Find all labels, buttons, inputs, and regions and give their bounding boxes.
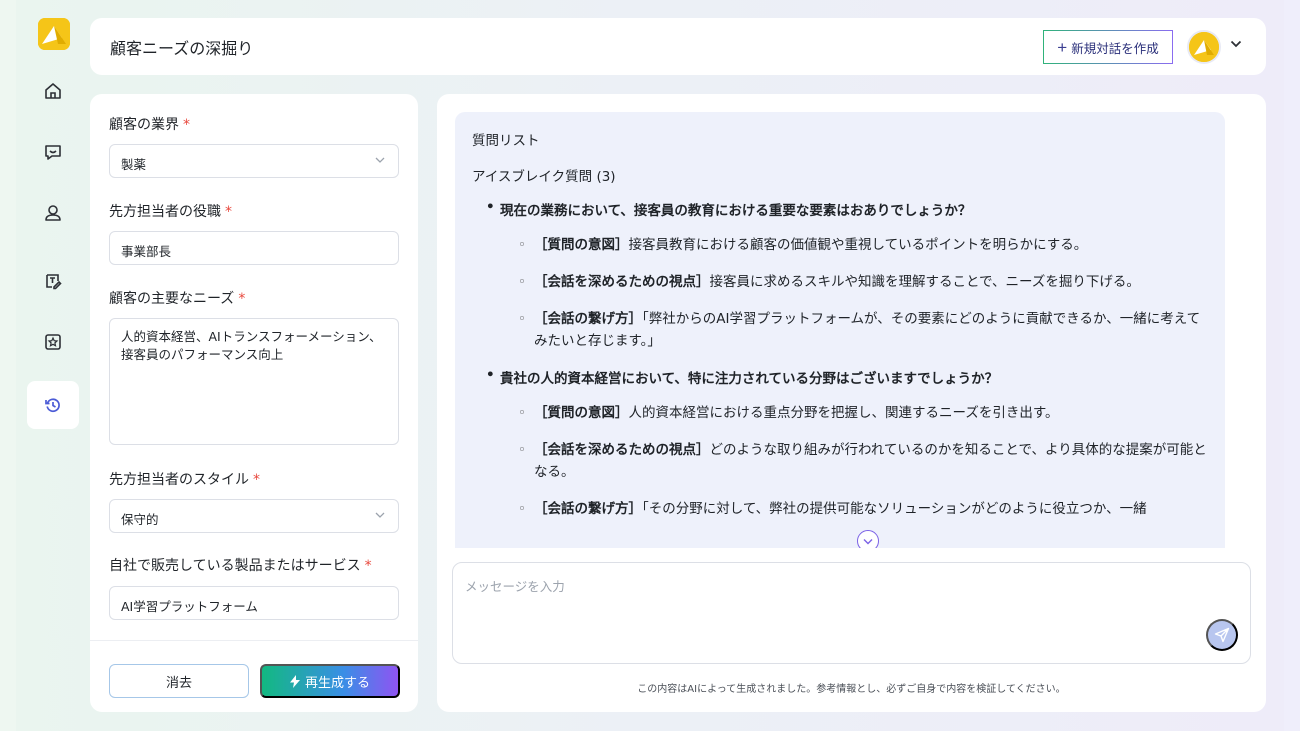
answer-heading: 質問リスト <box>472 133 540 149</box>
avatar[interactable] <box>1187 30 1221 64</box>
message-placeholder: メッセージを入力 <box>465 579 565 594</box>
question-detail: ［質問の意図］人的資本経営における重点分野を把握し、関連するニーズを引き出す。 <box>518 402 1208 424</box>
question-item: 貴社の人的資本経営において、特に注力されている分野はございますでしょうか？ <box>486 367 1208 387</box>
scroll-down-button[interactable] <box>857 530 879 548</box>
chat-panel: 質問リスト アイスブレイク質問 (3) 現在の業務において、接客員の教育における… <box>437 94 1266 712</box>
new-chat-button[interactable]: + 新規対話を作成 <box>1043 30 1173 64</box>
question-detail: ［会話を深めるための視点］どのような取り組みが行われているのかを知ることで、より… <box>518 439 1208 483</box>
question-detail: ［会話の繋げ方］「その分野に対して、弊社の提供可能なソリューションがどのように役… <box>518 498 1208 520</box>
history-icon <box>45 398 60 413</box>
form-divider <box>90 640 418 641</box>
question-detail: ［質問の意図］接客員教育における顧客の価値観や重視しているポイントを明らかにする… <box>518 234 1208 256</box>
send-button[interactable] <box>1206 619 1238 651</box>
logo-icon <box>38 18 70 50</box>
rail-item-edit[interactable] <box>27 257 79 305</box>
user-icon <box>45 205 61 221</box>
question-detail: ［会話の繋げ方］「弊社からのAI学習プラットフォームが、その要素にどのように貢献… <box>518 308 1208 352</box>
app-shell: 顧客ニーズの深掘り + 新規対話を作成 顧客の業界 * 製薬 先方担当者の役職 … <box>16 0 1284 731</box>
app-logo[interactable] <box>38 18 70 50</box>
needs-textarea[interactable]: 人的資本経営、AIトランスフォーメーション、接客員のパフォーマンス向上 <box>109 318 399 445</box>
send-icon <box>1214 627 1230 643</box>
product-label: 自社で販売している製品またはサービス * <box>109 558 372 574</box>
position-input[interactable]: 事業部長 <box>109 231 399 265</box>
answer-box[interactable]: 質問リスト アイスブレイク質問 (3) 現在の業務において、接客員の教育における… <box>455 112 1225 548</box>
industry-label: 顧客の業界 * <box>109 117 190 133</box>
home-icon <box>45 83 61 99</box>
plus-icon: + <box>1057 37 1068 57</box>
question-item: 現在の業務において、接客員の教育における重要な要素はおありでしょうか？ <box>486 199 1208 219</box>
edit-icon <box>46 274 62 290</box>
message-input[interactable]: メッセージを入力 <box>452 562 1251 664</box>
rail-item-home[interactable] <box>27 67 79 115</box>
regenerate-button[interactable]: 再生成する <box>260 664 400 698</box>
question-detail: ［会話を深めるための視点］接客員に求めるスキルや知識を理解することで、ニーズを掘… <box>518 271 1208 293</box>
style-value: 保守的 <box>121 512 159 527</box>
style-label: 先方担当者のスタイル * <box>109 472 260 488</box>
product-input[interactable]: AI学習プラットフォーム <box>109 586 399 620</box>
chevron-down-icon <box>375 512 385 518</box>
chevron-down-icon[interactable] <box>1230 40 1242 48</box>
position-label: 先方担当者の役職 * <box>109 204 232 220</box>
clear-button[interactable]: 消去 <box>109 664 249 698</box>
avatar-logo-icon <box>1189 32 1219 62</box>
rail-item-star[interactable] <box>27 318 79 366</box>
star-box-icon <box>45 334 61 350</box>
chat-icon <box>45 145 61 160</box>
page-title: 顧客ニーズの深掘り <box>110 39 254 58</box>
rail-item-chat[interactable] <box>27 128 79 176</box>
chevron-down-icon <box>863 538 873 544</box>
answer-section-title: アイスブレイク質問 (3) <box>472 169 616 185</box>
industry-value: 製薬 <box>121 157 147 172</box>
style-select[interactable]: 保守的 <box>109 499 399 533</box>
form-panel: 顧客の業界 * 製薬 先方担当者の役職 * 事業部長 顧客の主要なニーズ * 人的資本… <box>90 94 418 712</box>
top-header: 顧客ニーズの深掘り + 新規対話を作成 <box>90 18 1266 75</box>
needs-label: 顧客の主要なニーズ * <box>109 291 246 307</box>
ai-disclaimer: この内容はAIによって生成されました。参考情報とし、必ずご自身で内容を検証してく… <box>637 684 1066 695</box>
chevron-down-icon <box>375 157 385 163</box>
lightning-icon <box>289 674 300 688</box>
new-chat-label: 新規対話を作成 <box>1071 41 1159 56</box>
industry-select[interactable]: 製薬 <box>109 144 399 178</box>
side-rail <box>16 0 90 731</box>
rail-item-user[interactable] <box>27 189 79 237</box>
rail-item-history[interactable] <box>27 381 79 429</box>
